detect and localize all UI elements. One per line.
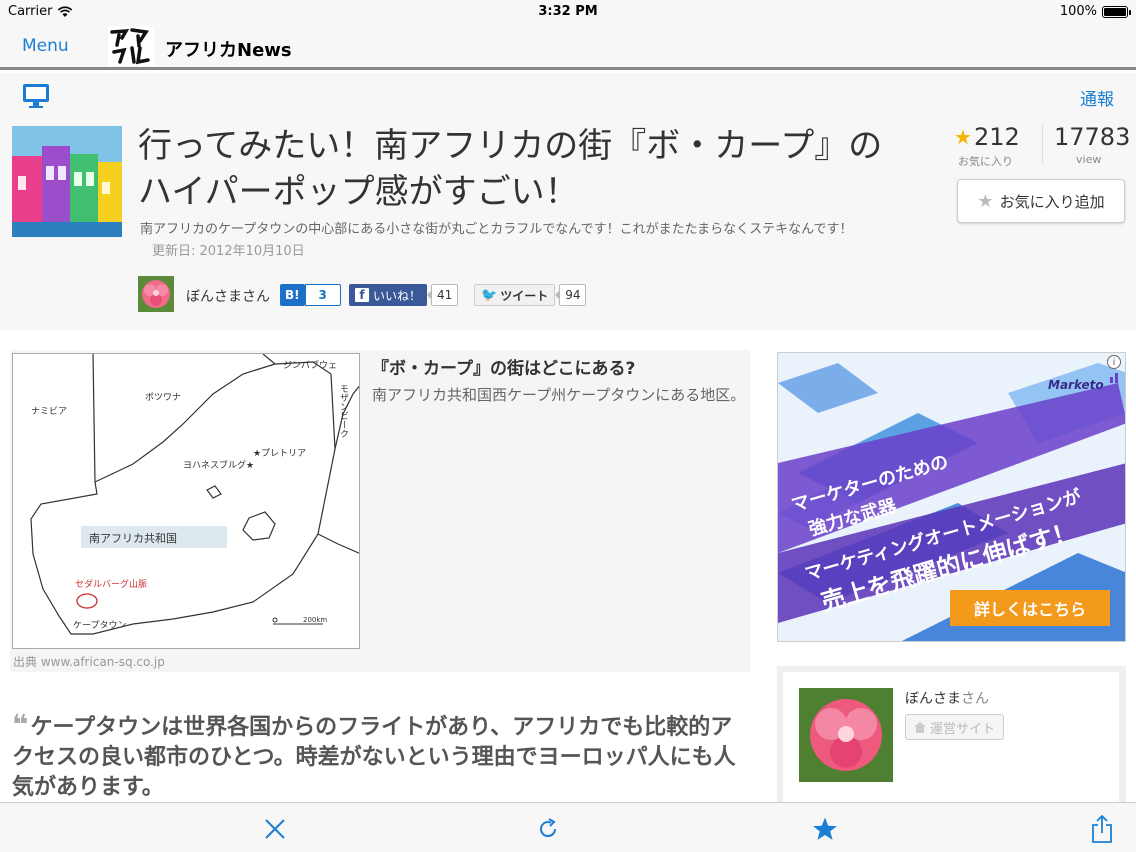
article-quote: ❝ケープタウンは世界各国からのフライトがあり、アフリカでも比較的アクセスの良い都… bbox=[12, 710, 742, 803]
author-card-avatar[interactable] bbox=[799, 688, 893, 782]
author-card-name-suffix: さん bbox=[961, 691, 989, 707]
tweet-button[interactable]: 🐦 ツイート bbox=[474, 284, 556, 306]
hatena-bookmark-share[interactable]: B! 3 bbox=[280, 284, 341, 306]
flower-image bbox=[138, 276, 174, 312]
article-thumbnail[interactable] bbox=[12, 126, 122, 237]
close-button[interactable] bbox=[261, 815, 289, 843]
star-icon: ★ bbox=[954, 125, 972, 149]
description-text: 南アフリカのケープタウンの中心部にある小さな街が丸ごとカラフルでなんです！これが… bbox=[140, 222, 853, 237]
facebook-icon: f bbox=[355, 288, 369, 302]
article-content: ジンバブウェ モザンビーク ナミビア ボツワナ ★プレトリア ヨハネスブルグ★ … bbox=[0, 330, 1136, 812]
site-logo[interactable] bbox=[108, 26, 154, 66]
flower-large-image bbox=[799, 688, 893, 782]
share-icon bbox=[1092, 815, 1112, 843]
article-title: 行ってみたい！南アフリカの街『ボ・カープ』のハイパーポップ感がすごい！ bbox=[138, 126, 883, 212]
map-credit[interactable]: 出典 www.african-sq.co.jp bbox=[13, 653, 165, 670]
status-bar: Carrier 3:32 PM 100% bbox=[0, 0, 1136, 24]
article-header: 通報 行ってみたい！南アフリカの街『ボ・カープ』のハイパーポップ感がすごい！ 南… bbox=[0, 73, 1136, 330]
author-card-name-text: ぼんさま bbox=[905, 691, 961, 707]
home-icon bbox=[914, 721, 926, 733]
twitter-bird-icon: 🐦 bbox=[481, 287, 498, 303]
author-card: ぼんさまさん 運営サイト bbox=[777, 666, 1126, 812]
views-count: 17783 bbox=[1054, 123, 1131, 151]
favorites-number: 212 bbox=[973, 123, 1020, 151]
tweet-label: ツイート bbox=[500, 288, 549, 303]
map-label-botswana: ボツワナ bbox=[145, 392, 181, 403]
battery-percent: 100% bbox=[1059, 4, 1097, 19]
facebook-like-share[interactable]: f いいね！ 41 bbox=[349, 284, 459, 306]
map-section: ジンバブウェ モザンビーク ナミビア ボツワナ ★プレトリア ヨハネスブルグ★ … bbox=[10, 350, 750, 672]
author-site-button[interactable]: 運営サイト bbox=[905, 714, 1005, 740]
south-africa-map[interactable]: ジンバブウェ モザンビーク ナミビア ボツワナ ★プレトリア ヨハネスブルグ★ … bbox=[12, 353, 360, 649]
ad-brand: Marketo bbox=[1048, 378, 1104, 392]
report-link[interactable]: 通報 bbox=[1080, 85, 1114, 110]
map-label-capetown: ケープタウン bbox=[73, 620, 126, 631]
map-drawing: ジンバブウェ モザンビーク ナミビア ボツワナ ★プレトリア ヨハネスブルグ★ … bbox=[30, 354, 359, 635]
menu-button[interactable]: Menu bbox=[22, 36, 69, 56]
map-heading: 『ボ・カープ』の街はどこにある? bbox=[372, 359, 636, 379]
colorful-houses-image bbox=[12, 126, 122, 237]
advertisement-banner[interactable]: Marketo マーケターのための 強力な武器 マーケティングオートメーションが… bbox=[777, 352, 1126, 642]
author-site-label: 運営サイト bbox=[930, 721, 996, 737]
favorites-label: お気に入り bbox=[958, 155, 1013, 168]
bottom-toolbar bbox=[0, 802, 1136, 852]
map-label-cederberg: セダルバーグ山脈 bbox=[75, 578, 147, 590]
ad-image: Marketo マーケターのための 強力な武器 マーケティングオートメーションが… bbox=[778, 353, 1125, 641]
battery-info: 100% bbox=[1059, 4, 1131, 19]
add-favorite-label: お気に入り追加 bbox=[999, 192, 1105, 211]
author-card-name[interactable]: ぼんさまさん bbox=[905, 688, 989, 708]
close-icon bbox=[265, 819, 285, 839]
twitter-share[interactable]: 🐦 ツイート 94 bbox=[474, 284, 587, 306]
star-icon bbox=[813, 817, 837, 840]
author-name[interactable]: ぼんさまさん bbox=[186, 286, 270, 306]
navigation-bar: Menu アフリカNews bbox=[0, 24, 1136, 70]
reload-icon bbox=[540, 818, 557, 838]
monitor-icon[interactable] bbox=[22, 83, 50, 109]
map-label-zimbabwe: ジンバブウェ bbox=[283, 359, 337, 371]
logo-brush-mark bbox=[110, 28, 150, 65]
quote-mark-icon: ❝ bbox=[12, 708, 29, 741]
map-label-johannesburg: ヨハネスブルグ★ bbox=[183, 459, 254, 471]
article-stats: ★ 212 お気に入り 17783 view bbox=[950, 121, 1130, 171]
author-row: ぼんさまさん B! 3 f いいね！ 41 🐦 ツイート 94 bbox=[138, 276, 638, 312]
map-label-mozambique: モザンビーク bbox=[338, 384, 349, 438]
reload-button[interactable] bbox=[534, 815, 562, 843]
clock: 3:32 PM bbox=[538, 4, 598, 19]
ad-info-icon[interactable]: i bbox=[1107, 355, 1121, 369]
quote-text: ケープタウンは世界各国からのフライトがあり、アフリカでも比較的アクセスの良い都市… bbox=[12, 715, 736, 800]
map-label-namibia: ナミビア bbox=[31, 406, 67, 417]
stats-divider bbox=[1042, 125, 1043, 163]
facebook-like-count: 41 bbox=[426, 284, 459, 306]
map-description: 南アフリカ共和国西ケープ州ケープタウンにある地区。 bbox=[372, 386, 746, 404]
share-button[interactable] bbox=[1088, 815, 1116, 843]
battery-icon bbox=[1102, 5, 1131, 18]
hatena-bookmark-count[interactable]: 3 bbox=[304, 284, 341, 306]
app-title: アフリカNews bbox=[165, 40, 292, 61]
add-favorite-button[interactable]: ★ お気に入り追加 bbox=[957, 179, 1125, 223]
map-label-scale: 200km bbox=[303, 616, 327, 624]
hatena-bookmark-button[interactable]: B! bbox=[280, 284, 305, 306]
favorites-count: ★ 212 bbox=[954, 123, 1020, 151]
facebook-like-label: いいね！ bbox=[373, 288, 422, 303]
ad-cta: 詳しくはこちら bbox=[974, 600, 1086, 619]
facebook-like-button[interactable]: f いいね！ bbox=[349, 284, 428, 306]
author-avatar[interactable] bbox=[138, 276, 174, 312]
map-label-south-africa: 南アフリカ共和国 bbox=[89, 532, 177, 545]
favorite-button[interactable] bbox=[811, 815, 839, 843]
updated-date: 更新日: 2012年10月10日 bbox=[152, 244, 305, 259]
star-outline-icon: ★ bbox=[977, 190, 994, 212]
tweet-count: 94 bbox=[555, 284, 587, 306]
map-label-pretoria: ★プレトリア bbox=[253, 448, 306, 459]
article-description: 南アフリカのケープタウンの中心部にある小さな街が丸ごとカラフルでなんです！これが… bbox=[140, 219, 870, 263]
views-label: view bbox=[1076, 153, 1102, 166]
